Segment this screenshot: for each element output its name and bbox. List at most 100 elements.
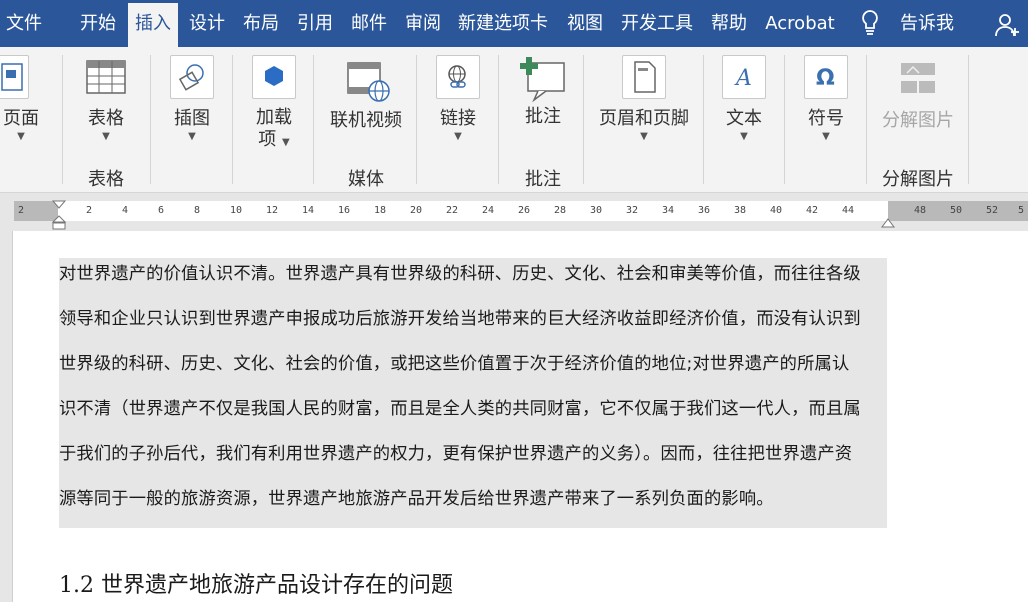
tell-me-search[interactable]: 告诉我 xyxy=(894,0,960,47)
horizontal-ruler[interactable]: 2 2 4 6 8 10 12 14 16 18 20 22 24 26 28 30 32 34 36 38 40 42 4… xyxy=(0,193,1028,231)
ruler-tick-label: 6 xyxy=(158,205,165,216)
ruler-tick-label: 44 xyxy=(842,205,855,216)
text-button[interactable]: A 文本 ▼ xyxy=(718,55,770,143)
group-label-comments: 批注 xyxy=(525,169,561,190)
ruler-tick-label: 48 xyxy=(914,205,927,216)
chevron-down-icon: ▼ xyxy=(640,131,648,142)
ruler-tick-label: 5 xyxy=(1018,205,1025,216)
ruler-tick-label: 50 xyxy=(950,205,963,216)
symbol-label: 符号 xyxy=(808,108,844,129)
paragraph-line: 对世界遗产的价值认识不清。世界遗产具有世界级的科研、历史、文化、社会和审美等价值… xyxy=(59,264,861,284)
chevron-down-icon: ▼ xyxy=(282,137,290,148)
ruler-tick-label: 12 xyxy=(266,205,279,216)
ribbon-panel: 页面 ▼ 表格 ▼ 表格 插图 ▼ 加载 项 ▼ 联机视频 媒体 链接 ▼ 批注… xyxy=(0,47,1028,193)
first-line-indent-marker[interactable] xyxy=(51,195,67,214)
shapes-icon xyxy=(170,55,214,99)
ruler-tick-label: 32 xyxy=(626,205,639,216)
ruler-tick-label: 30 xyxy=(590,205,603,216)
online-video-label: 联机视频 xyxy=(330,110,402,131)
link-globe-icon xyxy=(436,55,480,99)
ruler-tick-label: 4 xyxy=(122,205,129,216)
header-footer-icon xyxy=(622,55,666,99)
chevron-down-icon: ▼ xyxy=(17,131,25,142)
section-heading: 1.2 世界遗产地旅游产品设计存在的问题 xyxy=(59,573,453,598)
paragraph-line: 源等同于一般的旅游资源，世界遗产地旅游产品开发后给世界遗产带来了一系列负面的影响… xyxy=(59,489,774,509)
svg-text:A: A xyxy=(734,66,752,91)
ruler-tick-label: 36 xyxy=(698,205,711,216)
selected-paragraph[interactable]: 对世界遗产的价值认识不清。世界遗产具有世界级的科研、历史、文化、社会和审美等价值… xyxy=(59,258,887,528)
tab-file[interactable]: 文件 xyxy=(0,0,48,47)
illustration-label: 插图 xyxy=(174,108,210,129)
ruler-tick-label: 52 xyxy=(986,205,999,216)
ruler-tick-label: 34 xyxy=(662,205,675,216)
ruler-tick-label: 2 xyxy=(86,205,93,216)
text-label: 文本 xyxy=(726,108,762,129)
svg-text:Ω: Ω xyxy=(816,66,835,91)
tab-insert[interactable]: 插入 xyxy=(128,3,178,47)
header-footer-button[interactable]: 页眉和页脚 ▼ xyxy=(596,55,692,143)
ruler-tick-label: 10 xyxy=(230,205,243,216)
online-video-button[interactable]: 联机视频 xyxy=(326,59,406,133)
tab-mailings[interactable]: 邮件 xyxy=(344,0,394,47)
right-indent-marker[interactable] xyxy=(881,213,895,232)
tab-layout[interactable]: 布局 xyxy=(236,0,286,47)
tab-developer[interactable]: 开发工具 xyxy=(614,0,700,47)
ruler-tick-label: 40 xyxy=(770,205,783,216)
tab-acrobat[interactable]: Acrobat xyxy=(760,0,840,47)
table-button[interactable]: 表格 ▼ xyxy=(80,57,132,143)
ruler-tick-label: 8 xyxy=(194,205,201,216)
tab-references[interactable]: 引用 xyxy=(290,0,340,47)
tab-home[interactable]: 开始 xyxy=(72,0,124,47)
addins-label-line1: 加载 xyxy=(256,107,292,128)
group-label-table: 表格 xyxy=(88,169,124,190)
ruler-tick-label: 28 xyxy=(554,205,567,216)
ruler-tick-label: 22 xyxy=(446,205,459,216)
addins-label-line2: 项 xyxy=(258,129,277,150)
page-label: 页面 xyxy=(3,108,39,129)
illustration-button[interactable]: 插图 ▼ xyxy=(166,55,218,143)
group-label-media: 媒体 xyxy=(348,169,384,190)
link-button[interactable]: 链接 ▼ xyxy=(432,55,484,143)
ruler-tick-label: 16 xyxy=(338,205,351,216)
paragraph-line: 世界级的科研、历史、文化、社会的价值，或把这些价值置于次于经济价值的地位;对世界… xyxy=(59,354,850,374)
group-label-split-image: 分解图片 xyxy=(882,169,954,190)
table-label: 表格 xyxy=(88,108,124,129)
ruler-tick-label: 2 xyxy=(18,205,25,216)
chevron-down-icon: ▼ xyxy=(454,131,462,142)
chevron-down-icon: ▼ xyxy=(822,131,830,142)
ruler-tick-label: 24 xyxy=(482,205,495,216)
split-image-icon xyxy=(897,59,939,101)
ruler-tick-label: 26 xyxy=(518,205,531,216)
paragraph-line: 识不清（世界遗产不仅是我国人民的财富，而且是全人类的共同财富，它不仅属于我们这一… xyxy=(59,399,861,419)
page-icon xyxy=(0,55,29,99)
lightbulb-icon[interactable] xyxy=(860,9,880,41)
chevron-down-icon: ▼ xyxy=(188,131,196,142)
new-comment-button[interactable]: 批注 xyxy=(514,55,572,129)
share-user-icon[interactable] xyxy=(994,12,1020,42)
split-image-label: 分解图片 xyxy=(882,110,954,131)
split-image-button[interactable]: 分解图片 xyxy=(878,59,958,133)
addins-button[interactable]: 加载 项 ▼ xyxy=(248,55,300,151)
page-button[interactable]: 页面 ▼ xyxy=(0,55,44,143)
ribbon-tab-bar: 文件 开始 插入 设计 布局 引用 邮件 审阅 新建选项卡 视图 开发工具 帮助… xyxy=(0,0,1028,47)
online-video-icon xyxy=(345,59,390,102)
tab-design[interactable]: 设计 xyxy=(182,0,232,47)
ruler-tick-label: 14 xyxy=(302,205,315,216)
ruler-tick-label: 42 xyxy=(806,205,819,216)
chevron-down-icon: ▼ xyxy=(740,131,748,142)
paragraph-line: 领导和企业只认识到世界遗产申报成功后旅游开发给当地带来的巨大经济收益即经济价值，… xyxy=(59,309,861,329)
tab-view[interactable]: 视图 xyxy=(560,0,610,47)
tab-help[interactable]: 帮助 xyxy=(704,0,754,47)
ruler-tick-label: 20 xyxy=(410,205,423,216)
table-icon xyxy=(85,57,127,99)
tab-review[interactable]: 审阅 xyxy=(398,0,448,47)
text-box-icon: A xyxy=(722,55,766,99)
document-canvas[interactable]: 对世界遗产的价值认识不清。世界遗产具有世界级的科研、历史、文化、社会和审美等价值… xyxy=(13,231,1028,602)
ruler-tick-label: 38 xyxy=(734,205,747,216)
vertical-ruler[interactable] xyxy=(0,231,13,602)
ruler-tick-label: 18 xyxy=(374,205,387,216)
symbol-button[interactable]: Ω 符号 ▼ xyxy=(800,55,852,143)
paragraph-line: 于我们的子孙后代，我们有利用世界遗产的权力，更有保护世界遗产的义务）。因而，往往… xyxy=(59,444,853,464)
tab-new-tab[interactable]: 新建选项卡 xyxy=(452,0,554,47)
new-comment-icon xyxy=(518,55,568,105)
